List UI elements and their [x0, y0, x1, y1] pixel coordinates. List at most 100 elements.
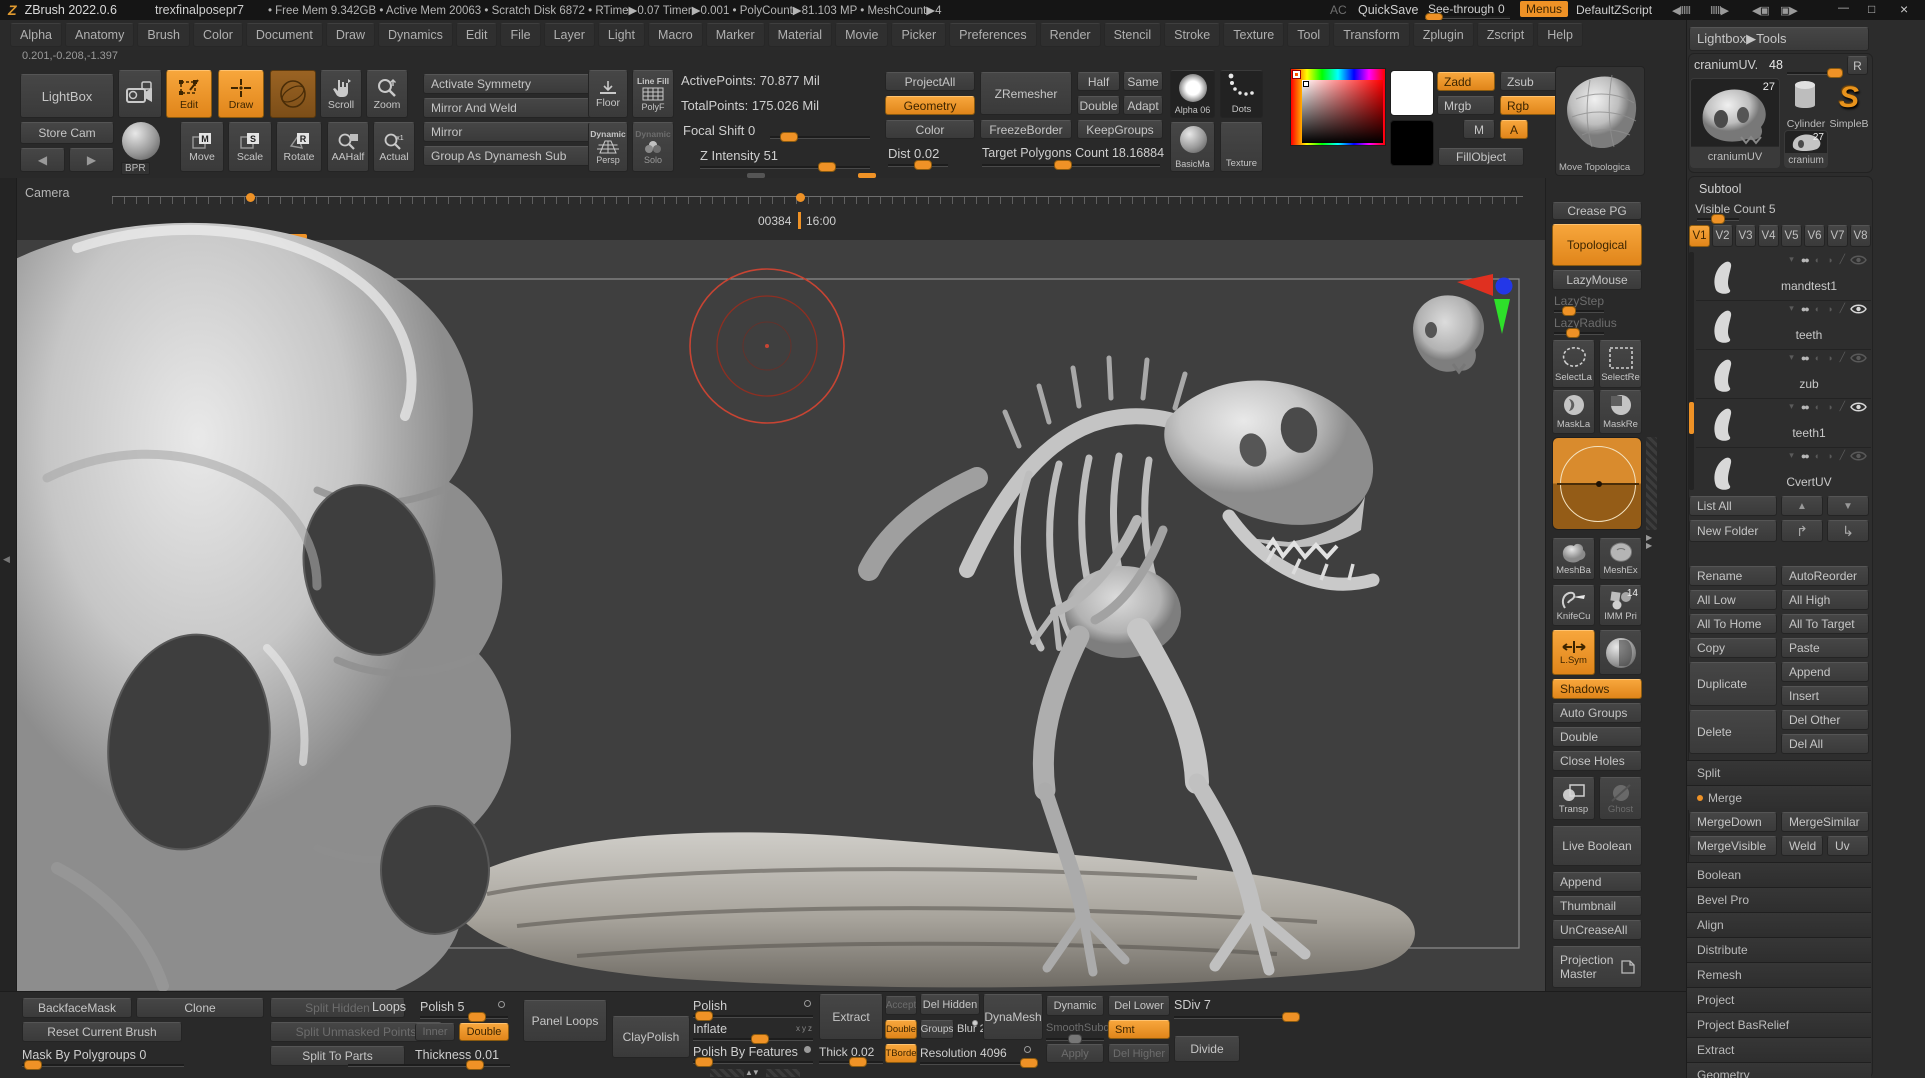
subtool-item[interactable]: ▾●●◐◑╱ teeth: [1696, 301, 1871, 350]
floor-button[interactable]: Floor: [588, 70, 628, 118]
divide-button[interactable]: Divide: [1174, 1036, 1240, 1062]
sdiv-slider[interactable]: [1174, 1016, 1300, 1019]
zadd-button[interactable]: Zadd: [1437, 72, 1495, 91]
edit-button[interactable]: Edit: [166, 70, 212, 118]
crease-pg-button[interactable]: Crease PG: [1552, 202, 1642, 220]
scroll-button[interactable]: Scroll: [320, 70, 362, 118]
color-picker[interactable]: [1290, 68, 1386, 146]
menu-item[interactable]: Tool: [1287, 23, 1330, 47]
select-rect-button[interactable]: SelectRe: [1599, 340, 1642, 388]
menu-item[interactable]: Layer: [544, 23, 595, 47]
same-button[interactable]: Same: [1123, 72, 1163, 91]
del-higher-button[interactable]: Del Higher: [1108, 1044, 1170, 1063]
a-button[interactable]: A: [1500, 120, 1528, 139]
polish-slider[interactable]: [693, 1015, 813, 1018]
visible-count-slider[interactable]: [1697, 218, 1739, 221]
menu-item[interactable]: Transform: [1333, 23, 1410, 47]
menu-item[interactable]: Macro: [648, 23, 703, 47]
right-tray-toggle-icon[interactable]: ‖‖‖▶: [1710, 4, 1728, 17]
section-header[interactable]: Extract: [1687, 1037, 1871, 1062]
menu-item[interactable]: Render: [1040, 23, 1101, 47]
adapt-button[interactable]: Adapt: [1123, 96, 1163, 115]
r-button[interactable]: R: [1847, 56, 1868, 75]
section-header[interactable]: Project: [1687, 987, 1871, 1012]
dynamesh-button[interactable]: DynaMesh: [983, 994, 1043, 1040]
texture-selector[interactable]: Texture: [1220, 122, 1263, 172]
canvas-area[interactable]: Camera 00384 16:00: [17, 178, 1545, 991]
move-in-folder-button[interactable]: ↳: [1827, 520, 1869, 542]
eye-icon[interactable]: [1850, 401, 1867, 416]
merge-similar-button[interactable]: MergeSimilar: [1781, 812, 1869, 832]
section-header[interactable]: Geometry: [1687, 1062, 1871, 1078]
visibility-tab[interactable]: V3: [1735, 225, 1756, 247]
next-cam-button[interactable]: ▶: [69, 148, 114, 172]
bottom-scroll-strip[interactable]: [710, 1069, 744, 1077]
z-intensity-slider[interactable]: [700, 166, 870, 169]
rename-button[interactable]: Rename: [1689, 566, 1777, 586]
backface-mask-button[interactable]: BackfaceMask: [22, 998, 132, 1018]
freeze-border-button[interactable]: FreezeBorder: [980, 120, 1072, 139]
tborder-button[interactable]: TBorde: [885, 1044, 917, 1063]
transp-button[interactable]: Transp: [1552, 777, 1595, 820]
list-all-button[interactable]: List All: [1689, 496, 1777, 516]
mask-rect-button[interactable]: MaskRe: [1599, 390, 1642, 434]
mesh-balloon-button[interactable]: MeshBa: [1552, 538, 1595, 580]
menu-item[interactable]: Material: [768, 23, 832, 47]
local-symmetry-button[interactable]: L.Sym: [1552, 630, 1595, 675]
subtool-item[interactable]: ▾●●◐◑╱ CvertUV: [1696, 448, 1871, 492]
minimize-button[interactable]: —: [1838, 2, 1849, 14]
dynamic-persp-button[interactable]: Dynamic Persp: [588, 122, 628, 172]
polish5-modifier-dot[interactable]: [498, 1001, 505, 1008]
dynamic-solo-button[interactable]: Dynamic Solo: [632, 122, 674, 172]
resolution-modifier-dot[interactable]: [1024, 1046, 1031, 1053]
default-zscript-button[interactable]: DefaultZScript: [1576, 3, 1652, 17]
duplicate-button[interactable]: Duplicate: [1689, 662, 1777, 706]
move-button[interactable]: M Move: [180, 122, 224, 172]
rotate-button[interactable]: R Rotate: [276, 122, 322, 172]
visibility-tab[interactable]: V8: [1850, 225, 1871, 247]
merge-visible-button[interactable]: MergeVisible: [1689, 836, 1777, 856]
merge-section-header[interactable]: Merge: [1687, 785, 1871, 810]
del-other-button[interactable]: Del Other: [1781, 710, 1869, 730]
reset-current-brush-button[interactable]: Reset Current Brush: [22, 1022, 182, 1042]
menu-item[interactable]: Anatomy: [65, 23, 134, 47]
menu-item[interactable]: File: [500, 23, 540, 47]
see-through-slider[interactable]: [1425, 16, 1510, 19]
menu-item[interactable]: Color: [193, 23, 243, 47]
lazy-step-slider[interactable]: [1554, 310, 1604, 313]
all-low-button[interactable]: All Low: [1689, 590, 1777, 610]
panel-left-toggle-icon[interactable]: ◀▣: [1752, 4, 1769, 17]
zsub-button[interactable]: Zsub: [1500, 72, 1560, 91]
visibility-tab[interactable]: V5: [1781, 225, 1802, 247]
pressure-sphere-icon[interactable]: [1599, 630, 1642, 675]
mesh-extract-button[interactable]: MeshEx: [1599, 538, 1642, 580]
thickness-slider[interactable]: [348, 1064, 510, 1067]
del-hidden-button[interactable]: Del Hidden: [920, 994, 980, 1015]
current-material-sphere[interactable]: [122, 122, 160, 160]
menu-item[interactable]: Edit: [456, 23, 498, 47]
visibility-tab[interactable]: V6: [1804, 225, 1825, 247]
merge-down-button[interactable]: MergeDown: [1689, 812, 1777, 832]
extract-double-button[interactable]: Double: [885, 1020, 917, 1039]
lazy-mouse-button[interactable]: LazyMouse: [1552, 270, 1642, 290]
current-brush-preview[interactable]: Move Topologica: [1555, 66, 1645, 176]
all-to-home-button[interactable]: All To Home: [1689, 614, 1777, 634]
copy-button[interactable]: Copy: [1689, 638, 1777, 658]
menu-item[interactable]: Movie: [835, 23, 888, 47]
secondary-color-swatch[interactable]: [1390, 120, 1434, 166]
menu-item[interactable]: Zscript: [1477, 23, 1535, 47]
menu-item[interactable]: Alpha: [10, 23, 62, 47]
groups-button[interactable]: Groups: [920, 1020, 954, 1039]
menu-item[interactable]: Document: [246, 23, 323, 47]
close-holes-button[interactable]: Close Holes: [1552, 751, 1642, 771]
tool-thumb-craniumUV[interactable]: 27 craniumUV: [1690, 78, 1780, 168]
menu-item[interactable]: Brush: [137, 23, 190, 47]
subtool-scrollbar-thumb[interactable]: [1689, 402, 1694, 434]
menu-item[interactable]: Light: [598, 23, 645, 47]
polish5-slider[interactable]: [420, 1016, 508, 1019]
draw-button[interactable]: Draw: [218, 70, 264, 118]
actual-button[interactable]: x1 Actual: [373, 122, 415, 172]
menu-item[interactable]: Texture: [1223, 23, 1284, 47]
visibility-tab[interactable]: V4: [1758, 225, 1779, 247]
thick-slider[interactable]: [819, 1061, 883, 1064]
